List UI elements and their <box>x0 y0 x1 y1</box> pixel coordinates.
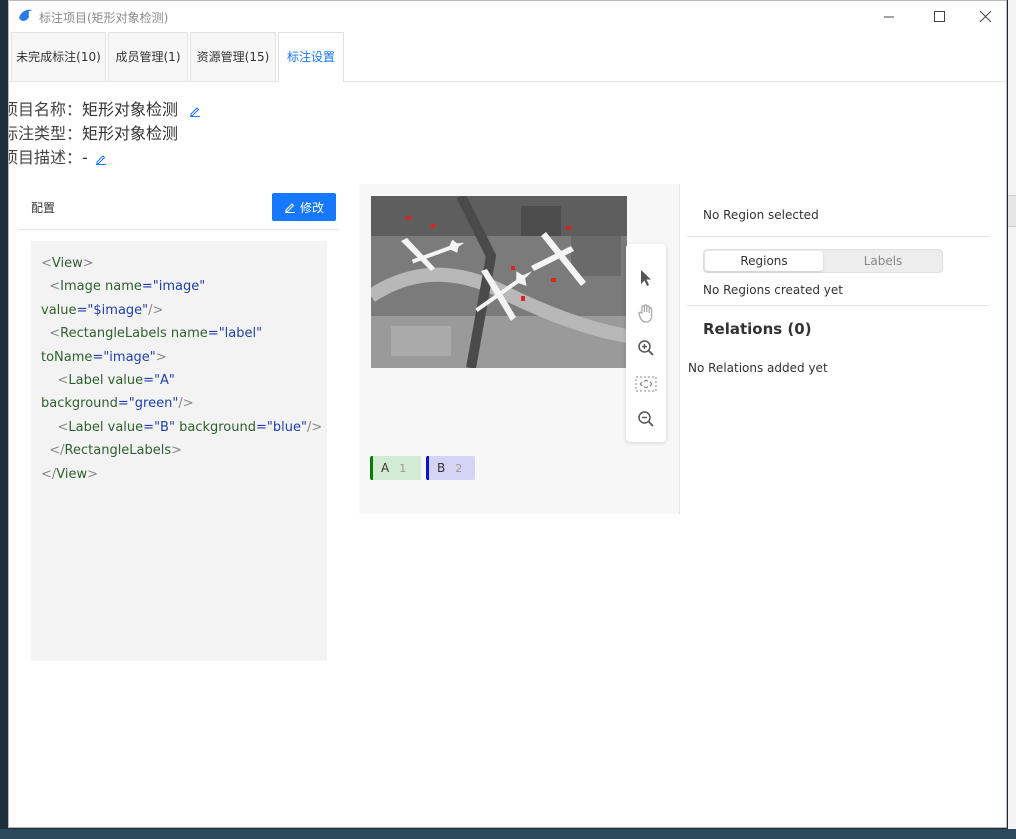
config-code-editor[interactable]: <View> <Image name="image" value="$image… <box>31 241 327 661</box>
label-name: A <box>381 461 390 475</box>
label-hotkey: 2 <box>455 461 463 475</box>
maximize-button[interactable] <box>916 1 962 32</box>
divider <box>687 236 990 237</box>
project-type-row: 标注类型：矩形对象检测 <box>8 124 179 144</box>
divider <box>687 305 990 306</box>
edit-description-icon[interactable] <box>95 153 107 165</box>
code-line: <Image name="image" <box>41 279 206 295</box>
hand-icon <box>638 304 653 323</box>
tab-bar: 未完成标注(10) 成员管理(1) 资源管理(15) 标注设置 <box>9 32 1006 82</box>
zoom-out-icon <box>638 411 654 427</box>
tab-member-management[interactable]: 成员管理(1) <box>108 32 188 81</box>
pan-tool[interactable] <box>634 301 658 325</box>
zoom-in-icon <box>638 340 654 356</box>
zoom-out-button[interactable] <box>634 407 658 431</box>
maximize-icon <box>933 11 945 22</box>
annotation-preview: A 1 B 2 <box>359 184 679 514</box>
project-type-label: 标注类型： <box>8 124 82 143</box>
label-chip-b[interactable]: B 2 <box>426 456 475 480</box>
tab-annotation-settings[interactable]: 标注设置 <box>278 32 344 82</box>
zoom-in-button[interactable] <box>634 336 658 360</box>
label-chip-a[interactable]: A 1 <box>370 456 421 480</box>
label-hotkey: 1 <box>399 461 407 475</box>
zoom-fit-button[interactable] <box>634 372 658 396</box>
tab-regions[interactable]: Regions <box>705 251 823 271</box>
app-logo-icon <box>19 9 32 21</box>
modify-button-label: 修改 <box>299 200 324 215</box>
code-line: <Label value="B" background="blue"/> <box>41 419 323 435</box>
config-title: 配置 <box>31 201 56 215</box>
project-desc-row: 标注项目描述：- <box>9 148 107 168</box>
modify-button[interactable]: 修改 <box>272 193 336 221</box>
no-regions-text: No Regions created yet <box>703 283 843 297</box>
project-name-row: 标注项目名称：矩形对象检测 <box>9 100 201 120</box>
no-region-selected-text: No Region selected <box>703 208 819 222</box>
code-line: <View> <box>41 256 94 271</box>
close-icon <box>979 11 991 22</box>
project-desc-value: - <box>82 148 88 167</box>
code-line: </View> <box>41 466 99 482</box>
project-type-value: 矩形对象检测 <box>82 124 179 143</box>
background-desktop-strip <box>1008 0 1016 839</box>
fit-to-screen-icon <box>635 376 657 392</box>
project-desc-label: 标注项目描述： <box>9 148 82 167</box>
edit-name-icon[interactable] <box>189 105 201 117</box>
minimize-icon <box>883 16 894 18</box>
code-line: <Label value="A" <box>41 373 175 389</box>
code-line: background="green"/> <box>41 396 194 412</box>
title-bar: 标注项目(矩形对象检测) <box>9 1 1006 32</box>
window-title: 标注项目(矩形对象检测) <box>39 11 169 25</box>
project-name-label: 标注项目名称： <box>9 100 82 119</box>
edit-icon <box>284 203 295 213</box>
config-header: 配置 修改 <box>19 184 339 230</box>
project-name-value: 矩形对象检测 <box>82 100 179 119</box>
image-toolbar <box>626 244 666 442</box>
minimize-button[interactable] <box>866 1 912 32</box>
tab-labels[interactable]: Labels <box>824 251 942 271</box>
select-tool[interactable] <box>634 266 658 290</box>
tab-resource-management[interactable]: 资源管理(15) <box>190 32 276 81</box>
panel-divider <box>679 184 680 514</box>
relations-title: Relations (0) <box>703 320 812 338</box>
app-window: 标注项目(矩形对象检测) 未完成标注(10) 成员管理(1) 资源管理(15) … <box>8 0 1007 828</box>
background-taskbar-strip <box>0 829 1016 839</box>
code-line: value="$image"/> <box>41 302 164 318</box>
label-name: B <box>437 461 446 475</box>
regions-labels-switch: Regions Labels <box>703 249 943 273</box>
airport-aerial-image <box>371 196 627 368</box>
code-line: <RectangleLabels name="label" <box>41 326 263 342</box>
cursor-icon <box>641 270 651 286</box>
preview-image[interactable] <box>371 196 627 368</box>
close-button[interactable] <box>962 1 1006 32</box>
no-relations-text: No Relations added yet <box>688 361 828 375</box>
code-line: toName="image"> <box>41 349 167 365</box>
tab-unfinished-annotations[interactable]: 未完成标注(10) <box>11 32 106 81</box>
code-line: </RectangleLabels> <box>41 443 183 459</box>
